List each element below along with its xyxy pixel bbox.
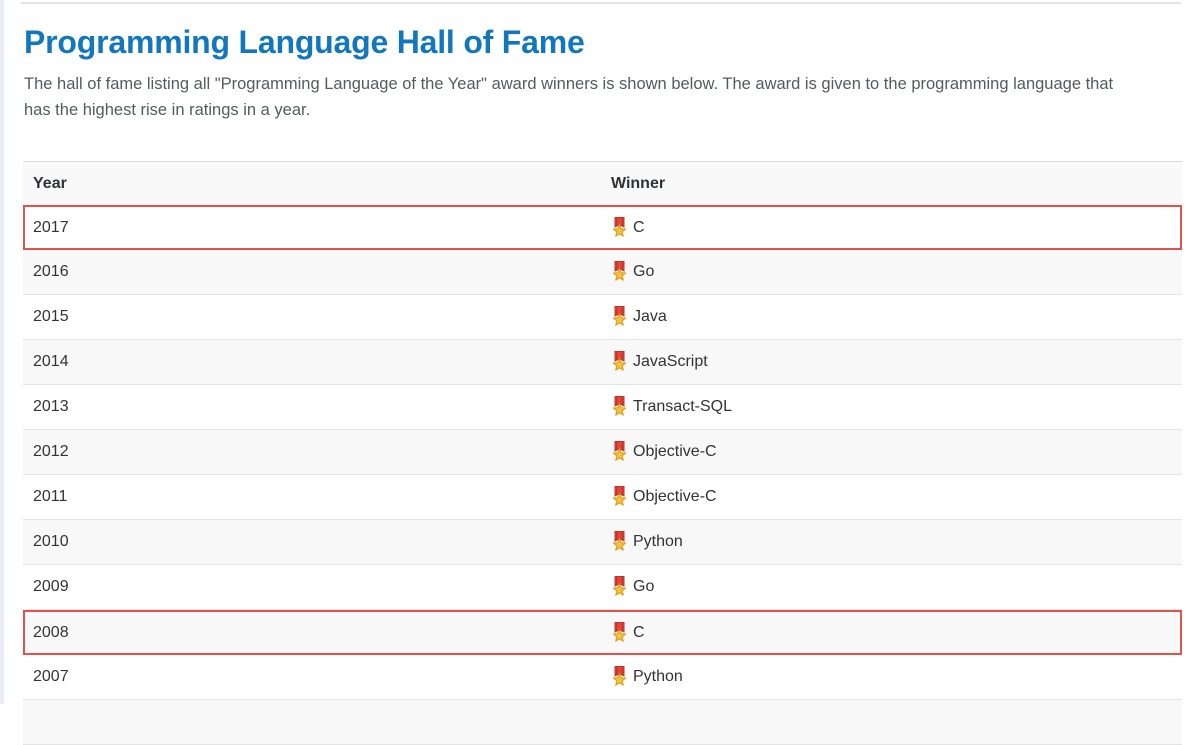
winner-name: Go <box>633 578 655 595</box>
year-cell: 2008 <box>33 623 69 641</box>
military-medal-icon <box>611 486 628 508</box>
table-row: 2012 Objective-C <box>23 430 1182 475</box>
winner-cell: JavaScript <box>601 351 708 373</box>
page-description: The hall of fame listing all "Programmin… <box>24 71 1182 123</box>
table-row: 2010 Python <box>23 520 1182 565</box>
winner-cell: Go <box>601 576 654 598</box>
winner-cell: C <box>603 216 645 239</box>
military-medal-icon <box>611 666 628 688</box>
table-row-partial <box>23 700 1182 745</box>
table-row: 2017 C <box>23 205 1182 250</box>
year-cell: 2015 <box>33 308 69 325</box>
military-medal-icon <box>611 441 628 463</box>
year-cell: 2007 <box>33 668 69 685</box>
column-header-year: Year <box>33 174 67 192</box>
winner-name: Java <box>633 308 667 325</box>
table-row: 2013 Transact-SQL <box>23 385 1182 430</box>
left-scrollbar-strip <box>0 0 4 704</box>
winner-name: Python <box>633 533 683 550</box>
description-line-1: The hall of fame listing all "Programmin… <box>24 75 1114 93</box>
year-cell: 2013 <box>33 398 69 415</box>
table-row: 2009 Go <box>23 565 1182 610</box>
winner-name: Objective-C <box>633 443 717 460</box>
winner-cell: Transact-SQL <box>601 396 732 418</box>
winner-cell: Python <box>601 666 683 688</box>
table-body: 2017 C 2016 Go 2015 Java 2014 JavaScript… <box>23 205 1182 700</box>
table-row: 2008 C <box>23 610 1182 655</box>
military-medal-icon <box>611 396 628 418</box>
column-header-winner: Winner <box>611 174 666 192</box>
year-cell: 2012 <box>33 443 69 460</box>
winner-name: C <box>633 218 645 236</box>
winner-cell: Python <box>601 531 683 553</box>
winner-name: Go <box>633 263 655 280</box>
military-medal-icon <box>611 621 628 644</box>
military-medal-icon <box>611 261 628 283</box>
winner-name: JavaScript <box>633 353 708 370</box>
winner-name: Python <box>633 668 683 685</box>
winner-name: C <box>633 623 645 641</box>
year-cell: 2010 <box>33 533 69 550</box>
year-cell: 2011 <box>33 488 68 505</box>
table-row: 2007 Python <box>23 655 1182 700</box>
table-row: 2016 Go <box>23 250 1182 295</box>
year-cell: 2009 <box>33 578 69 595</box>
winner-cell: Go <box>601 261 654 283</box>
military-medal-icon <box>611 306 628 328</box>
military-medal-icon <box>611 351 628 373</box>
year-cell: 2017 <box>33 218 69 236</box>
winner-cell: C <box>603 621 645 644</box>
winner-cell: Objective-C <box>601 486 717 508</box>
winner-cell: Objective-C <box>601 441 717 463</box>
winner-cell: Java <box>601 306 667 328</box>
year-cell: 2016 <box>33 263 69 280</box>
military-medal-icon <box>611 216 628 239</box>
year-cell: 2014 <box>33 353 69 370</box>
winner-name: Objective-C <box>633 488 717 505</box>
military-medal-icon <box>611 576 628 598</box>
table-row: 2015 Java <box>23 295 1182 340</box>
table-row: 2014 JavaScript <box>23 340 1182 385</box>
description-line-2: has the highest rise in ratings in a yea… <box>24 101 311 119</box>
table-row: 2011 Objective-C <box>23 475 1182 520</box>
military-medal-icon <box>611 531 628 553</box>
winner-name: Transact-SQL <box>633 398 732 415</box>
page-title: Programming Language Hall of Fame <box>24 24 585 60</box>
table-header-row: Year Winner <box>23 161 1182 205</box>
top-divider-line <box>21 2 1181 4</box>
hall-of-fame-table: Year Winner 2017 C 2016 Go 2015 Java 201… <box>23 161 1182 745</box>
